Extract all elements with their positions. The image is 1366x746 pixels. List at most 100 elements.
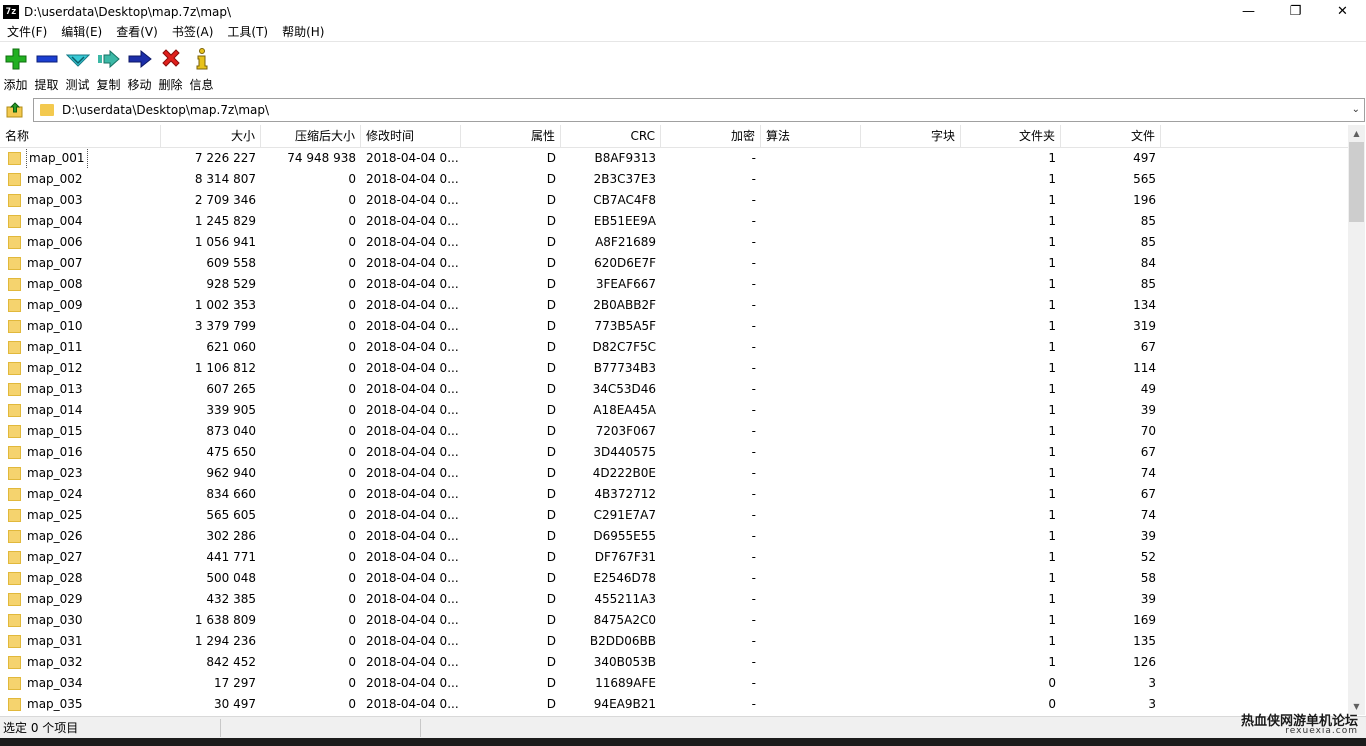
table-row[interactable]: map_010 3 379 799 0 2018-04-04 0... D 773B5A5… <box>0 316 1348 337</box>
menu-help[interactable]: 帮助(H) <box>275 23 331 42</box>
row-attributes: D <box>546 214 556 228</box>
table-row[interactable]: map_009 1 002 353 0 2018-04-04 0... D 2B0ABB2… <box>0 295 1348 316</box>
row-name-cell: map_001 <box>0 148 161 169</box>
menu-tools[interactable]: 工具(T) <box>220 23 275 42</box>
column-crc[interactable]: CRC <box>561 125 661 148</box>
row-name: map_009 <box>27 298 83 312</box>
close-button[interactable]: ✕ <box>1319 0 1366 23</box>
menu-view[interactable]: 查看(V) <box>109 23 165 42</box>
column-name[interactable]: 名称 <box>0 125 161 148</box>
row-crc: 4D222B0E <box>592 466 656 480</box>
table-row[interactable]: map_025 565 605 0 2018-04-04 0... D C291E7A7 -… <box>0 505 1348 526</box>
row-packed-size: 0 <box>348 214 356 228</box>
table-row[interactable]: map_002 8 314 807 0 2018-04-04 0... D 2B3C37E… <box>0 169 1348 190</box>
table-row[interactable]: map_023 962 940 0 2018-04-04 0... D 4D222B0E -… <box>0 463 1348 484</box>
row-crc: 2B0ABB2F <box>593 298 656 312</box>
table-row[interactable]: map_032 842 452 0 2018-04-04 0... D 340B053B -… <box>0 652 1348 673</box>
parent-folder-button[interactable] <box>3 98 27 122</box>
menu-bookmarks[interactable]: 书签(A) <box>165 23 221 42</box>
scrollbar-thumb[interactable] <box>1349 142 1364 222</box>
menu-file[interactable]: 文件(F) <box>0 23 54 42</box>
row-modified: 2018-04-04 0... <box>366 361 459 375</box>
copy-button[interactable]: 复制 <box>93 45 124 93</box>
table-row[interactable]: map_035 30 497 0 2018-04-04 0... D 94EA9B21 - 0… <box>0 694 1348 715</box>
row-folders: 1 <box>1048 634 1056 648</box>
table-row[interactable]: map_008 928 529 0 2018-04-04 0... D 3FEAF667 -… <box>0 274 1348 295</box>
row-folders: 0 <box>1048 676 1056 690</box>
row-files: 3 <box>1148 697 1156 711</box>
column-size[interactable]: 大小 <box>161 125 261 148</box>
extract-button[interactable]: 提取 <box>31 45 62 93</box>
minimize-button[interactable]: — <box>1225 0 1272 23</box>
row-block <box>861 379 961 400</box>
row-method <box>761 316 861 337</box>
row-files: 49 <box>1140 382 1156 396</box>
table-row[interactable]: map_016 475 650 0 2018-04-04 0... D 3D440575 -… <box>0 442 1348 463</box>
chevron-down-icon[interactable]: ⌄ <box>1352 104 1360 115</box>
row-files: 39 <box>1140 403 1156 417</box>
vertical-scrollbar[interactable]: ▲ ▼ <box>1348 125 1365 715</box>
column-modified[interactable]: 修改时间 <box>361 125 461 148</box>
row-size: 441 771 <box>206 550 256 564</box>
table-row[interactable]: map_027 441 771 0 2018-04-04 0... D DF767F31 -… <box>0 547 1348 568</box>
row-attributes: D <box>546 676 556 690</box>
row-block <box>861 547 961 568</box>
table-row[interactable]: map_030 1 638 809 0 2018-04-04 0... D 8475A2C… <box>0 610 1348 631</box>
row-packed-size: 0 <box>348 340 356 354</box>
maximize-button[interactable]: ❐ <box>1272 0 1319 23</box>
column-attributes[interactable]: 属性 <box>461 125 561 148</box>
column-files[interactable]: 文件 <box>1061 125 1161 148</box>
row-method <box>761 379 861 400</box>
info-button[interactable]: 信息 <box>186 45 217 93</box>
move-button[interactable]: 移动 <box>124 45 155 93</box>
table-row[interactable]: map_031 1 294 236 0 2018-04-04 0... D B2DD06B… <box>0 631 1348 652</box>
table-row[interactable]: map_004 1 245 829 0 2018-04-04 0... D EB51EE9… <box>0 211 1348 232</box>
table-row[interactable]: map_015 873 040 0 2018-04-04 0... D 7203F067 -… <box>0 421 1348 442</box>
row-crc: 94EA9B21 <box>593 697 656 711</box>
row-method <box>761 652 861 673</box>
table-row[interactable]: map_006 1 056 941 0 2018-04-04 0... D A8F2168… <box>0 232 1348 253</box>
row-method <box>761 589 861 610</box>
column-packed-size[interactable]: 压缩后大小 <box>261 125 361 148</box>
add-button[interactable]: 添加 <box>0 45 31 93</box>
toolbar: 添加 提取 测试 复制 移动 删除 信息 <box>0 45 217 93</box>
column-method[interactable]: 算法 <box>761 125 861 148</box>
table-row[interactable]: map_003 2 709 346 0 2018-04-04 0... D CB7AC4F… <box>0 190 1348 211</box>
row-attributes: D <box>546 592 556 606</box>
table-row[interactable]: map_026 302 286 0 2018-04-04 0... D D6955E55 -… <box>0 526 1348 547</box>
table-row[interactable]: map_007 609 558 0 2018-04-04 0... D 620D6E7F -… <box>0 253 1348 274</box>
table-row[interactable]: map_014 339 905 0 2018-04-04 0... D A18EA45A -… <box>0 400 1348 421</box>
column-encrypted[interactable]: 加密 <box>661 125 761 148</box>
table-row[interactable]: map_028 500 048 0 2018-04-04 0... D E2546D78 -… <box>0 568 1348 589</box>
row-name: map_032 <box>27 655 83 669</box>
table-row[interactable]: map_024 834 660 0 2018-04-04 0... D 4B372712 -… <box>0 484 1348 505</box>
row-crc: 4B372712 <box>594 487 656 501</box>
table-row[interactable]: map_029 432 385 0 2018-04-04 0... D 455211A3 -… <box>0 589 1348 610</box>
row-name-cell: map_015 <box>0 421 161 442</box>
menu-edit[interactable]: 编辑(E) <box>54 23 109 42</box>
table-row[interactable]: map_034 17 297 0 2018-04-04 0... D 11689AFE - 0… <box>0 673 1348 694</box>
row-modified: 2018-04-04 0... <box>366 319 459 333</box>
table-row[interactable]: map_001 7 226 227 74 948 938 2018-04-04 0..… <box>0 148 1348 169</box>
test-label: 测试 <box>65 78 90 92</box>
table-row[interactable]: map_011 621 060 0 2018-04-04 0... D D82C7F5C -… <box>0 337 1348 358</box>
delete-button[interactable]: 删除 <box>155 45 186 93</box>
scroll-up-icon[interactable]: ▲ <box>1348 125 1365 142</box>
row-name-cell: map_010 <box>0 316 161 337</box>
test-button[interactable]: 测试 <box>62 45 93 93</box>
row-name-cell: map_023 <box>0 463 161 484</box>
row-files: 67 <box>1140 487 1156 501</box>
row-name: map_035 <box>27 697 83 711</box>
row-crc: 8475A2C0 <box>593 613 656 627</box>
row-files: 126 <box>1133 655 1156 669</box>
table-row[interactable]: map_012 1 106 812 0 2018-04-04 0... D B77734B… <box>0 358 1348 379</box>
address-input[interactable]: D:\userdata\Desktop\map.7z\map\ ⌄ <box>33 98 1365 122</box>
column-block[interactable]: 字块 <box>861 125 961 148</box>
column-folders[interactable]: 文件夹 <box>961 125 1061 148</box>
row-crc: 3FEAF667 <box>595 277 656 291</box>
row-packed-size: 0 <box>348 298 356 312</box>
row-attributes: D <box>546 550 556 564</box>
row-block <box>861 295 961 316</box>
row-packed-size: 0 <box>348 508 356 522</box>
table-row[interactable]: map_013 607 265 0 2018-04-04 0... D 34C53D46 -… <box>0 379 1348 400</box>
